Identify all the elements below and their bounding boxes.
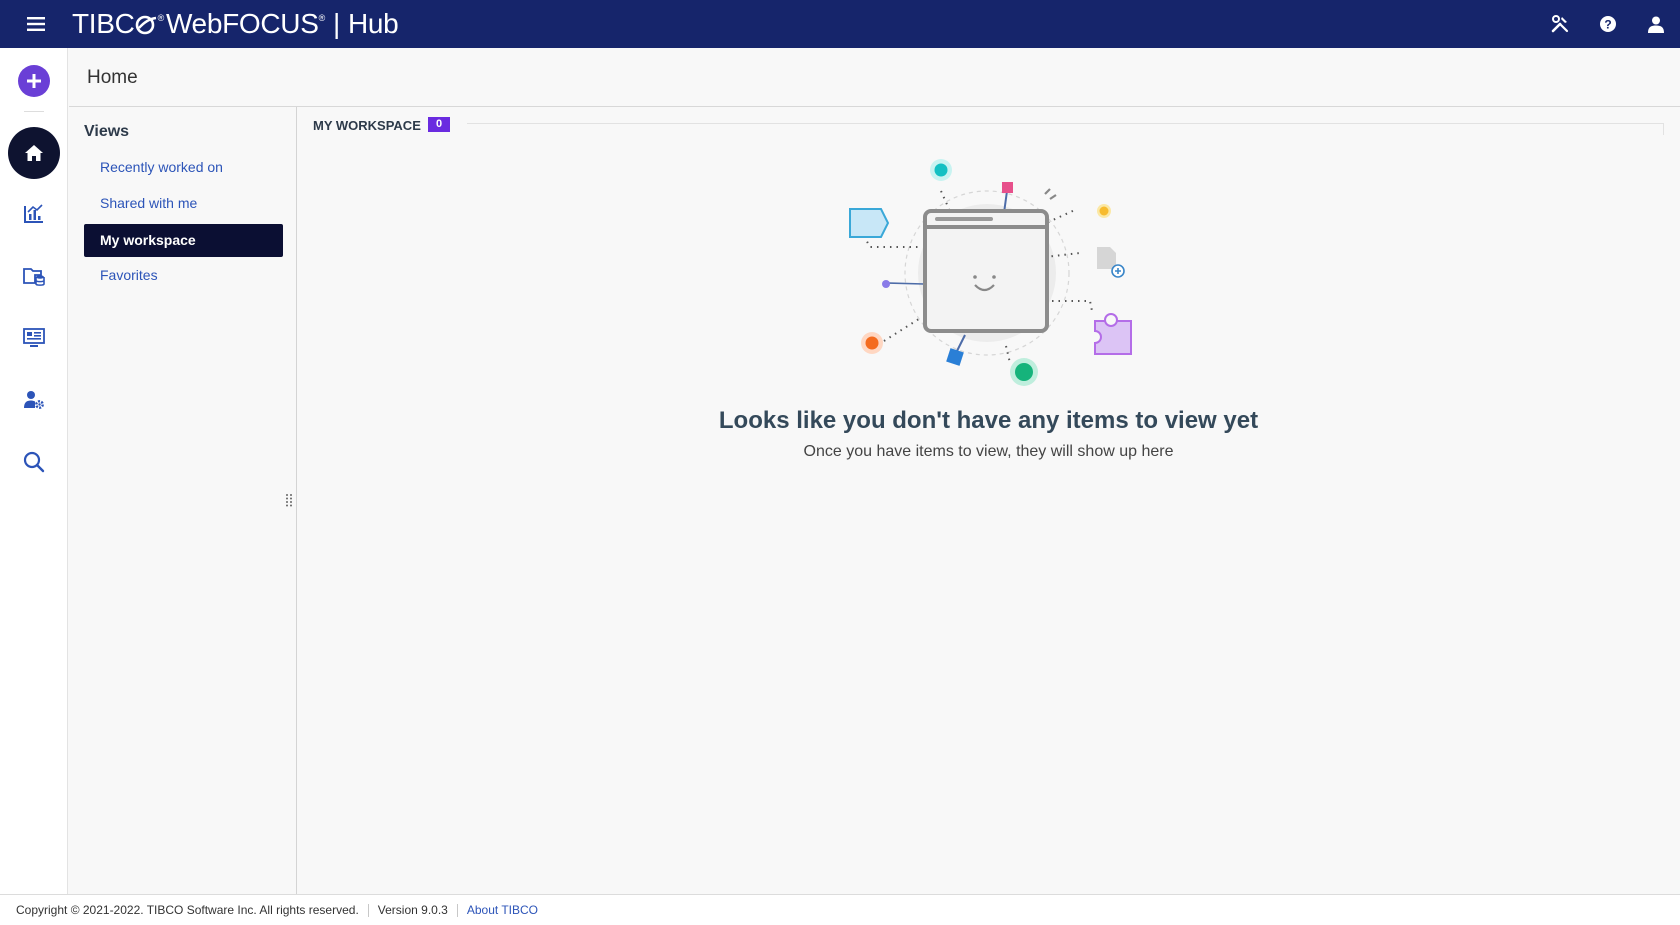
left-rail [0, 48, 68, 894]
tools-button[interactable] [1536, 0, 1584, 48]
home-icon [25, 145, 43, 161]
view-my-workspace[interactable]: My workspace [84, 224, 283, 257]
plus-icon [27, 74, 41, 88]
empty-state-title: Looks like you don't have any items to v… [718, 407, 1259, 434]
hamburger-menu-icon[interactable] [0, 0, 72, 48]
registered-mark: ® [157, 13, 165, 23]
dashboard-monitor-icon [23, 328, 45, 347]
rail-divider [24, 111, 44, 112]
about-tibco-link[interactable]: About TIBCO [467, 903, 538, 917]
page-title: Home [87, 67, 138, 88]
top-actions: ? [1536, 0, 1680, 48]
registered-mark: ® [318, 13, 326, 23]
footer: Copyright © 2021-2022. TIBCO Software In… [0, 894, 1680, 925]
workspace-count-badge: 0 [428, 117, 450, 132]
brand-product: WebFOCUS [165, 8, 319, 39]
brand-app: Hub [347, 8, 399, 39]
rail-data-button[interactable] [14, 256, 54, 296]
brand-divider: | [332, 8, 340, 39]
top-bar: TIBC ® WebFOCUS ® | Hub ? [0, 0, 1680, 48]
footer-separator [367, 903, 369, 917]
rail-dashboards-button[interactable] [14, 318, 54, 358]
views-panel: Views Recently worked on Shared with me … [69, 107, 297, 894]
rail-charts-button[interactable] [14, 194, 54, 234]
svg-text:?: ? [1604, 18, 1611, 32]
views-title: Views [84, 123, 130, 140]
workspace-label: MY WORKSPACE [313, 118, 421, 133]
page-header: Home [69, 48, 1680, 107]
folder-database-icon [23, 268, 45, 286]
search-icon [23, 451, 45, 473]
rail-search-button[interactable] [14, 442, 54, 482]
view-shared-with-me[interactable]: Shared with me [84, 187, 283, 220]
app-logo: TIBC ® WebFOCUS ® | Hub [72, 8, 399, 40]
chart-icon [24, 204, 43, 223]
view-favorites[interactable]: Favorites [84, 259, 283, 292]
workspace-divider [467, 123, 1664, 135]
footer-copyright: Copyright © 2021-2022. TIBCO Software In… [16, 903, 359, 917]
user-button[interactable] [1632, 0, 1680, 48]
view-recently-worked-on[interactable]: Recently worked on [84, 151, 283, 184]
panel-resize-handle[interactable] [285, 492, 293, 508]
rail-admin-button[interactable] [14, 380, 54, 420]
brand-tibco: TIBC [72, 8, 135, 39]
help-button[interactable]: ? [1584, 0, 1632, 48]
footer-separator [456, 903, 458, 917]
help-icon: ? [1600, 16, 1616, 32]
create-button[interactable] [18, 65, 50, 97]
tibco-swoosh-icon [135, 15, 156, 35]
footer-version: Version 9.0.3 [377, 903, 448, 917]
empty-state-illustration [849, 159, 1132, 386]
drag-handle-icon [286, 494, 292, 507]
main-content: MY WORKSPACE 0 Looks like you don't have… [297, 107, 1680, 894]
user-settings-icon [24, 391, 44, 409]
tools-icon [1551, 15, 1569, 33]
rail-home-button[interactable] [8, 127, 60, 179]
empty-state-subtitle: Once you have items to view, they will s… [803, 443, 1174, 460]
user-icon [1648, 16, 1664, 33]
